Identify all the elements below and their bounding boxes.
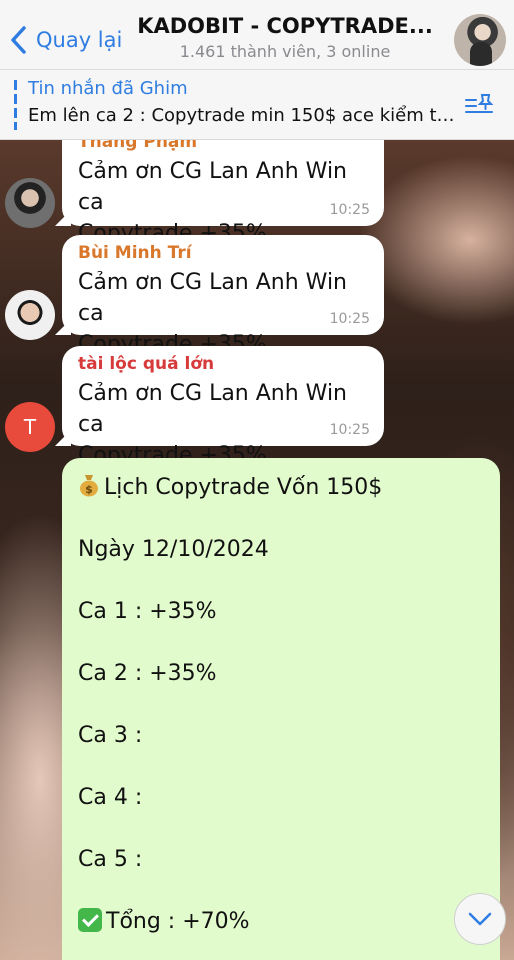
message-time: 10:25 (329, 202, 370, 218)
avatar[interactable] (5, 290, 55, 340)
group-avatar[interactable] (454, 14, 506, 66)
message-bubble[interactable]: Thắng Phạm Cảm ơn CG Lan Anh Win ca Copy… (55, 126, 384, 246)
money-bag-icon: $ (80, 475, 98, 497)
avatar[interactable]: T (5, 402, 55, 452)
svg-text:$: $ (85, 483, 93, 496)
schedule-ca4: Ca 4 : (78, 785, 143, 810)
schedule-ca1: Ca 1 : +35% (78, 599, 217, 624)
schedule-ca3: Ca 3 : (78, 723, 143, 748)
sender-name[interactable]: tài lộc quá lớn (78, 354, 370, 374)
message-bubble[interactable]: tài lộc quá lớn Cảm ơn CG Lan Anh Win ca… (55, 346, 384, 468)
chat-title-area[interactable]: KADOBIT - COPYTRADE... 1.461 thành viên,… (126, 14, 444, 61)
message-line: Cảm ơn CG Lan Anh Win ca (78, 270, 347, 326)
pinned-text: Em lên ca 2 : Copytrade min 150$ ace kiể… (28, 105, 458, 126)
chevron-down-icon (468, 912, 492, 926)
message-line: Cảm ơn CG Lan Anh Win ca (78, 381, 347, 437)
message-bubble[interactable]: Bùi Minh Trí Cảm ơn CG Lan Anh Win ca Co… (55, 235, 384, 357)
pin-list-icon[interactable] (464, 92, 494, 118)
message-time: 10:25 (329, 311, 370, 327)
chat-header: Quay lại KADOBIT - COPYTRADE... 1.461 th… (0, 0, 514, 70)
back-button[interactable]: Quay lại (8, 22, 122, 58)
schedule-title: Lịch Copytrade Vốn 150$ (104, 475, 383, 500)
schedule-ca5: Ca 5 : (78, 847, 143, 872)
back-label: Quay lại (36, 28, 123, 52)
schedule-message-bubble[interactable]: $ Lịch Copytrade Vốn 150$ Ngày 12/10/202… (62, 458, 500, 960)
message-line: Cảm ơn CG Lan Anh Win ca (78, 159, 347, 215)
schedule-title-line: $ Lịch Copytrade Vốn 150$ (78, 468, 484, 530)
schedule-total: Tổng : +70% (106, 909, 250, 934)
schedule-date: Ngày 12/10/2024 (78, 537, 269, 562)
scroll-to-bottom-button[interactable] (454, 893, 506, 945)
avatar[interactable] (5, 178, 55, 228)
message-time: 10:25 (329, 422, 370, 438)
member-count: 1.461 thành viên, 3 online (179, 42, 391, 61)
chat-title: KADOBIT - COPYTRADE... (137, 14, 433, 38)
pinned-message-bar[interactable]: Tin nhắn đã Ghim Em lên ca 2 : Copytrade… (0, 70, 514, 140)
pinned-label: Tin nhắn đã Ghim (28, 78, 188, 99)
chevron-left-icon (11, 26, 26, 54)
schedule-total-line: Tổng : +70% (78, 902, 484, 960)
check-mark-icon (78, 908, 102, 932)
pinned-indicator (14, 80, 17, 130)
sender-name[interactable]: Bùi Minh Trí (78, 243, 370, 263)
schedule-ca2: Ca 2 : +35% (78, 661, 217, 686)
